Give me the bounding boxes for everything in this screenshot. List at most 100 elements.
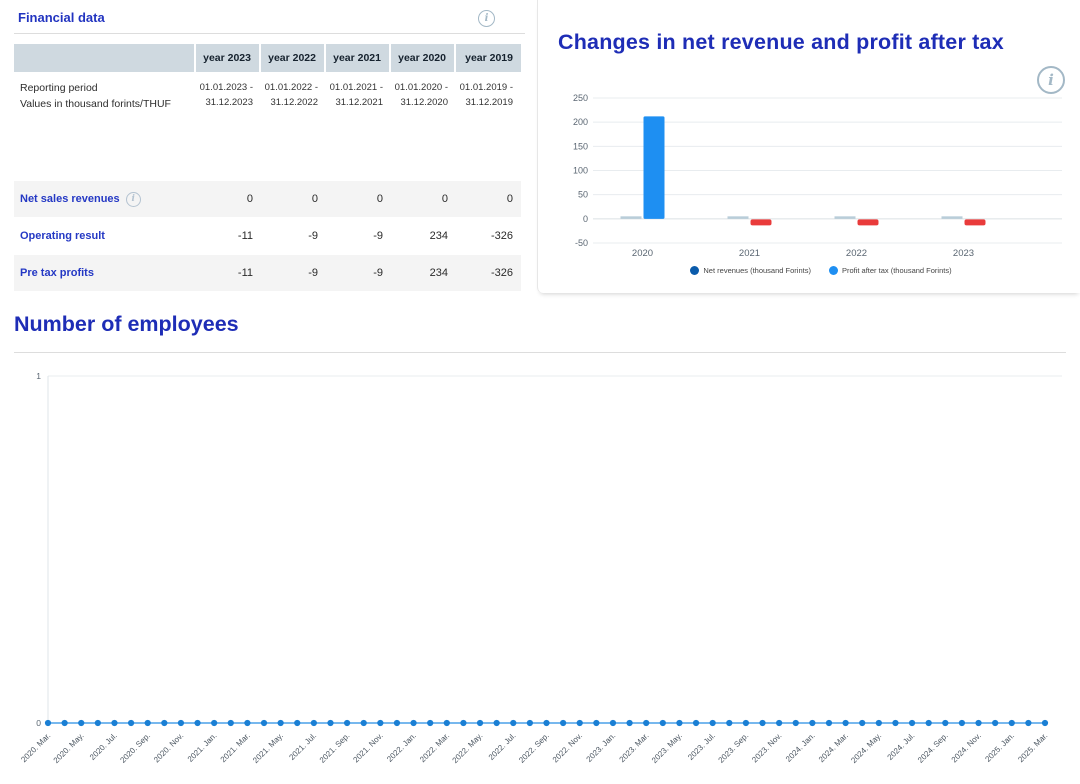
reporting-period-label: Reporting periodValues in thousand forin… — [14, 72, 196, 120]
table-header-row: year 2023year 2022year 2021year 2020year… — [14, 44, 521, 72]
reporting-period-value: 01.01.2021 -31.12.2021 — [326, 72, 391, 120]
reporting-period-value: 01.01.2023 -31.12.2023 — [196, 72, 261, 120]
svg-text:0: 0 — [36, 718, 41, 728]
employee-data-point — [610, 720, 616, 726]
reporting-period-row: Reporting periodValues in thousand forin… — [14, 72, 521, 120]
employee-data-point — [128, 720, 134, 726]
net-revenues-bar — [728, 216, 749, 219]
employee-data-point — [710, 720, 716, 726]
table-row: Operating result-11-9-9234-326 — [14, 218, 521, 255]
svg-text:2025. Jan.: 2025. Jan. — [983, 731, 1016, 764]
svg-text:2025. Mar.: 2025. Mar. — [1016, 731, 1049, 764]
employee-data-point — [194, 720, 200, 726]
svg-text:2021. Nov.: 2021. Nov. — [351, 731, 384, 764]
svg-text:2023. Mar.: 2023. Mar. — [618, 731, 651, 764]
legend-item: Profit after tax (thousand Forints) — [829, 266, 952, 275]
info-icon[interactable]: i — [478, 10, 495, 27]
employee-data-point — [577, 720, 583, 726]
employee-data-point — [560, 720, 566, 726]
employee-data-point — [809, 720, 815, 726]
svg-text:2021. Jan.: 2021. Jan. — [186, 731, 219, 764]
svg-text:2022. Nov.: 2022. Nov. — [551, 731, 584, 764]
employee-data-point — [660, 720, 666, 726]
svg-text:2020: 2020 — [632, 248, 653, 259]
employee-data-point — [643, 720, 649, 726]
table-value-cell: -9 — [326, 218, 391, 254]
svg-text:2022. Sep.: 2022. Sep. — [517, 731, 551, 765]
employee-data-point — [959, 720, 965, 726]
svg-text:2022. Mar.: 2022. Mar. — [418, 731, 451, 764]
employee-data-point — [876, 720, 882, 726]
employee-data-point — [344, 720, 350, 726]
svg-text:50: 50 — [578, 190, 588, 200]
employee-data-point — [527, 720, 533, 726]
employee-data-point — [759, 720, 765, 726]
reporting-period-value: 01.01.2019 -31.12.2019 — [456, 72, 521, 120]
financial-data-title: Financial data — [18, 10, 105, 25]
employee-data-point — [178, 720, 184, 726]
reporting-period-value: 01.01.2020 -31.12.2020 — [391, 72, 456, 120]
employee-data-point — [1042, 720, 1048, 726]
employee-data-point — [626, 720, 632, 726]
table-value-cell: 0 — [326, 181, 391, 217]
table-header-cell: year 2020 — [391, 44, 456, 72]
employee-data-point — [676, 720, 682, 726]
svg-text:2024. May.: 2024. May. — [849, 731, 883, 765]
employee-data-point — [228, 720, 234, 726]
svg-text:250: 250 — [573, 93, 588, 103]
table-value-cell: 0 — [261, 181, 326, 217]
table-value-cell: -9 — [261, 255, 326, 291]
employee-data-point — [826, 720, 832, 726]
employee-data-point — [992, 720, 998, 726]
svg-text:2020. May.: 2020. May. — [52, 731, 86, 765]
table-header-cell: year 2022 — [261, 44, 326, 72]
table-header-cell: year 2021 — [326, 44, 391, 72]
employee-data-point — [427, 720, 433, 726]
svg-text:2022. May.: 2022. May. — [451, 731, 485, 765]
employee-data-point — [410, 720, 416, 726]
employee-data-point — [361, 720, 367, 726]
table-value-cell: -11 — [196, 218, 261, 254]
employee-data-point — [1025, 720, 1031, 726]
employee-data-point — [294, 720, 300, 726]
table-value-cell: -326 — [456, 218, 521, 254]
employee-data-point — [62, 720, 68, 726]
svg-text:2022: 2022 — [846, 248, 867, 259]
table-header-cell: year 2023 — [196, 44, 261, 72]
info-icon[interactable]: i — [126, 192, 141, 207]
svg-text:1: 1 — [36, 371, 41, 381]
row-label: Net sales revenuesi — [14, 181, 196, 217]
table-header-cell: year 2019 — [456, 44, 521, 72]
net-revenues-bar — [621, 216, 642, 219]
employee-data-point — [909, 720, 915, 726]
svg-text:0: 0 — [583, 214, 588, 224]
employee-data-point — [892, 720, 898, 726]
row-label: Pre tax profits — [14, 255, 196, 291]
employee-data-point — [460, 720, 466, 726]
employee-data-point — [793, 720, 799, 726]
svg-text:150: 150 — [573, 141, 588, 151]
employee-data-point — [726, 720, 732, 726]
employee-data-point — [975, 720, 981, 726]
employee-data-point — [327, 720, 333, 726]
employee-data-point — [78, 720, 84, 726]
svg-text:2024. Mar.: 2024. Mar. — [817, 731, 850, 764]
employees-line-chart: 102020. Mar.2020. May.2020. Jul.2020. Se… — [0, 356, 1080, 784]
svg-text:2021. May.: 2021. May. — [251, 731, 285, 765]
svg-text:2021. Jul.: 2021. Jul. — [287, 731, 318, 762]
employee-data-point — [261, 720, 267, 726]
employee-data-point — [859, 720, 865, 726]
svg-text:2021. Sep.: 2021. Sep. — [318, 731, 352, 765]
employee-data-point — [843, 720, 849, 726]
svg-text:-50: -50 — [575, 238, 588, 248]
employees-chart-title: Number of employees — [14, 312, 239, 337]
employee-data-point — [444, 720, 450, 726]
chart-legend: Net revenues (thousand Forints)Profit af… — [578, 266, 1064, 275]
profit-after-tax-bar — [965, 219, 986, 225]
net-revenues-bar — [942, 216, 963, 219]
svg-text:200: 200 — [573, 117, 588, 127]
profit-after-tax-bar — [751, 219, 772, 225]
legend-dot-icon — [690, 266, 699, 275]
table-value-cell: -326 — [456, 255, 521, 291]
employees-divider — [14, 352, 1066, 353]
